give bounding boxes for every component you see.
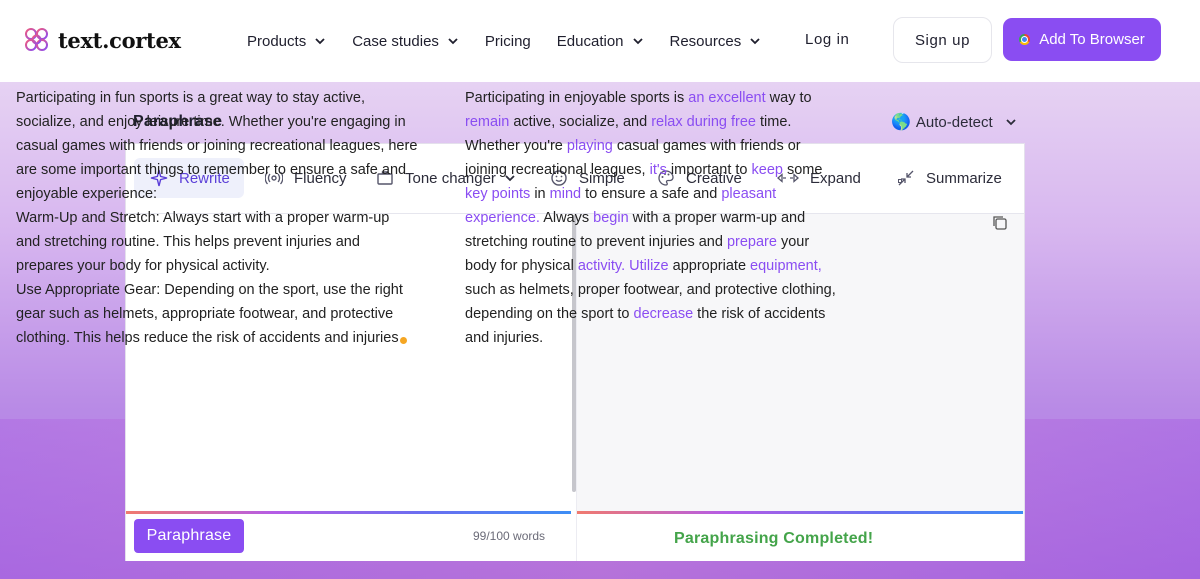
login-link[interactable]: Log in (805, 31, 849, 48)
mode-summarize[interactable]: Summarize (897, 158, 1002, 198)
changed-word: playing (566, 138, 613, 154)
changed-word: prepare (726, 234, 777, 250)
changed-word: it's (649, 162, 667, 178)
brain-logo-icon (25, 28, 48, 51)
cursor-dot (399, 337, 407, 344)
output-segment: to ensure a safe and (581, 186, 722, 202)
chevron-down-icon (1006, 119, 1016, 126)
output-line: such as helmets, proper footwear, and pr… (465, 278, 860, 302)
output-segment: way to (765, 90, 812, 106)
globe-icon: 🌎 (891, 114, 911, 131)
output-segment: depending on the sport to (465, 306, 634, 322)
output-segment: Whether you're (465, 138, 567, 154)
changed-word: key points (465, 186, 531, 202)
nav-case-studies-label: Case studies (352, 32, 439, 50)
chrome-icon (1019, 34, 1031, 45)
paraphrased-text: Participating in enjoyable sports is an … (465, 86, 860, 350)
changed-word: experience. (465, 210, 540, 226)
output-line: depending on the sport to decrease the r… (465, 302, 860, 326)
changed-word: an excellent (688, 90, 766, 106)
output-segment: time. (755, 114, 792, 130)
output-line: Participating in enjoyable sports is an … (465, 86, 860, 110)
source-line: Participating in fun sports is a great w… (16, 90, 365, 106)
source-line: casual games with friends or joining rec… (16, 138, 418, 154)
nav-products-label: Products (247, 32, 307, 50)
output-line: joining recreational leagues, it's impor… (465, 158, 860, 182)
chevron-down-icon (750, 38, 760, 45)
output-line: and injuries. (465, 326, 860, 350)
changed-word: decrease (633, 306, 694, 322)
changed-word: mind (549, 186, 582, 202)
output-segment: some (782, 162, 823, 178)
output-segment: Always (539, 210, 594, 226)
changed-word: begin (593, 210, 629, 226)
source-text[interactable]: Participating in fun sports is a great w… (16, 86, 434, 350)
output-segment: such as helmets, proper footwear, and pr… (465, 282, 836, 298)
changed-word: activity. Utilize (577, 258, 669, 274)
output-segment: your (776, 234, 810, 250)
output-segment: the risk of accidents (693, 306, 826, 322)
output-segment: Participating in enjoyable sports is (465, 90, 689, 106)
nav-resources-label: Resources (669, 32, 742, 50)
output-line: Whether you're playing casual games with… (465, 134, 860, 158)
word-count: 99/100 words (473, 529, 546, 543)
source-line: prepares your body for physical activity… (16, 258, 270, 274)
output-segment: casual games with friends or (612, 138, 801, 154)
nav-pricing[interactable]: Pricing (485, 33, 531, 50)
changed-word: remain (465, 114, 510, 130)
chevron-down-icon (315, 38, 325, 45)
main-menu: Products Case studies Pricing Education … (247, 0, 787, 82)
top-nav: text.cortex Products Case studies Pricin… (0, 0, 1200, 82)
changed-word: relax during free (651, 114, 756, 130)
source-line: socialize, and enjoy leisure time. Wheth… (16, 114, 406, 130)
brand-name: text.cortex (58, 27, 181, 53)
output-line: body for physical activity. Utilize appr… (465, 254, 860, 278)
output-segment: appropriate (668, 258, 751, 274)
source-line: are some important things to remember to… (16, 162, 407, 178)
chevron-down-icon (632, 38, 643, 45)
add-to-browser-button[interactable]: Add To Browser (1003, 18, 1161, 61)
copy-icon[interactable] (991, 214, 1009, 232)
nav-education[interactable]: Education (557, 33, 644, 50)
mode-summarize-label: Summarize (926, 169, 1002, 187)
summarize-arrows-icon (898, 170, 914, 186)
logo[interactable]: text.cortex (22, 25, 181, 55)
output-line: key points in mind to ensure a safe and … (465, 182, 860, 206)
nav-resources[interactable]: Resources (670, 33, 762, 50)
nav-education-label: Education (556, 32, 624, 50)
changed-word: pleasant (721, 186, 777, 202)
changed-word: keep (751, 162, 783, 178)
source-line: and stretching routine. This helps preve… (16, 234, 360, 250)
output-line: stretching routine to prevent injuries a… (465, 230, 860, 254)
signup-button[interactable]: Sign up (893, 17, 992, 63)
source-line: Warm-Up and Stretch: Always start with a… (16, 210, 390, 226)
nav-products[interactable]: Products (247, 33, 326, 50)
source-line: clothing. This helps reduce the risk of … (16, 326, 434, 350)
changed-word: equipment, (750, 258, 822, 274)
output-segment: with a proper warm-up and (628, 210, 806, 226)
output-segment: and injuries. (465, 330, 544, 346)
output-segment: in (530, 186, 550, 202)
output-segment: important to (666, 162, 752, 178)
output-segment: active, socialize, and (509, 114, 652, 130)
language-label: Auto-detect (915, 113, 993, 131)
source-line: Use Appropriate Gear: Depending on the s… (16, 282, 403, 298)
source-line: gear such as helmets, appropriate footwe… (16, 306, 394, 322)
chevron-down-icon (448, 38, 458, 45)
language-select[interactable]: 🌎 Auto-detect (891, 112, 1017, 132)
paraphrase-button[interactable]: Paraphrase (134, 519, 244, 553)
output-line: experience. Always begin with a proper w… (465, 206, 860, 230)
status-message: Paraphrasing Completed! (674, 530, 874, 547)
output-line: remain active, socialize, and relax duri… (465, 110, 860, 134)
output-segment: body for physical (465, 258, 578, 274)
add-to-browser-label: Add To Browser (1039, 31, 1145, 48)
source-line: enjoyable experience: (16, 186, 158, 202)
nav-case-studies[interactable]: Case studies (352, 33, 459, 50)
output-segment: joining recreational leagues, (465, 162, 650, 178)
nav-pricing-label: Pricing (484, 32, 531, 50)
output-segment: stretching routine to prevent injuries a… (465, 234, 727, 250)
